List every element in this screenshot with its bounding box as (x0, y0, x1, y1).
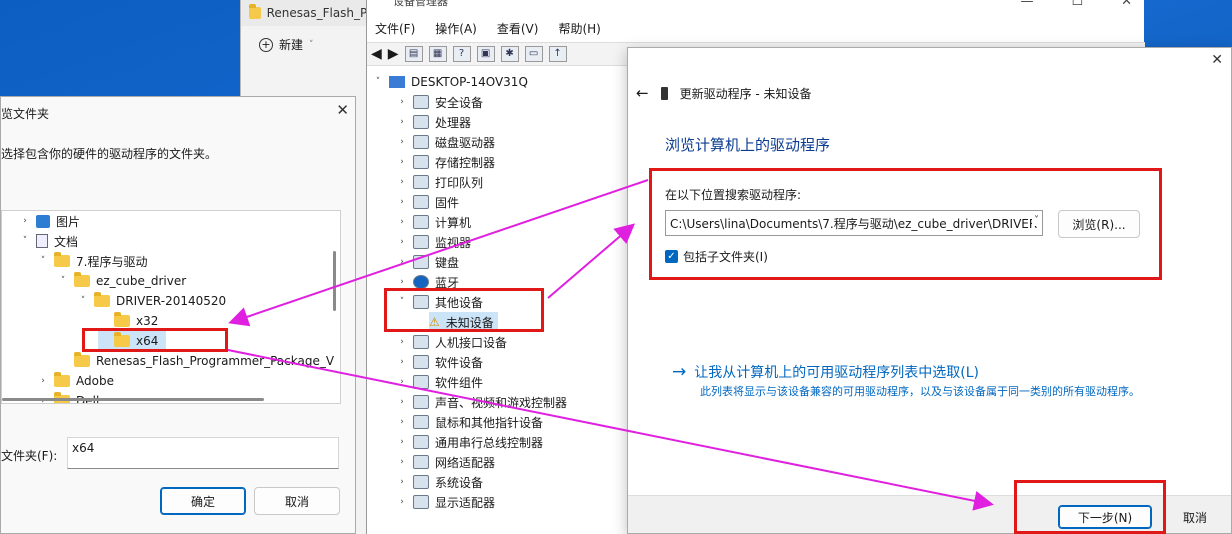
arrow-x64-to-next (227, 349, 994, 511)
annotation-arrows (227, 179, 994, 511)
arrow-path-to-x64 (228, 179, 649, 327)
arrow-unknown-to-path (547, 223, 636, 299)
